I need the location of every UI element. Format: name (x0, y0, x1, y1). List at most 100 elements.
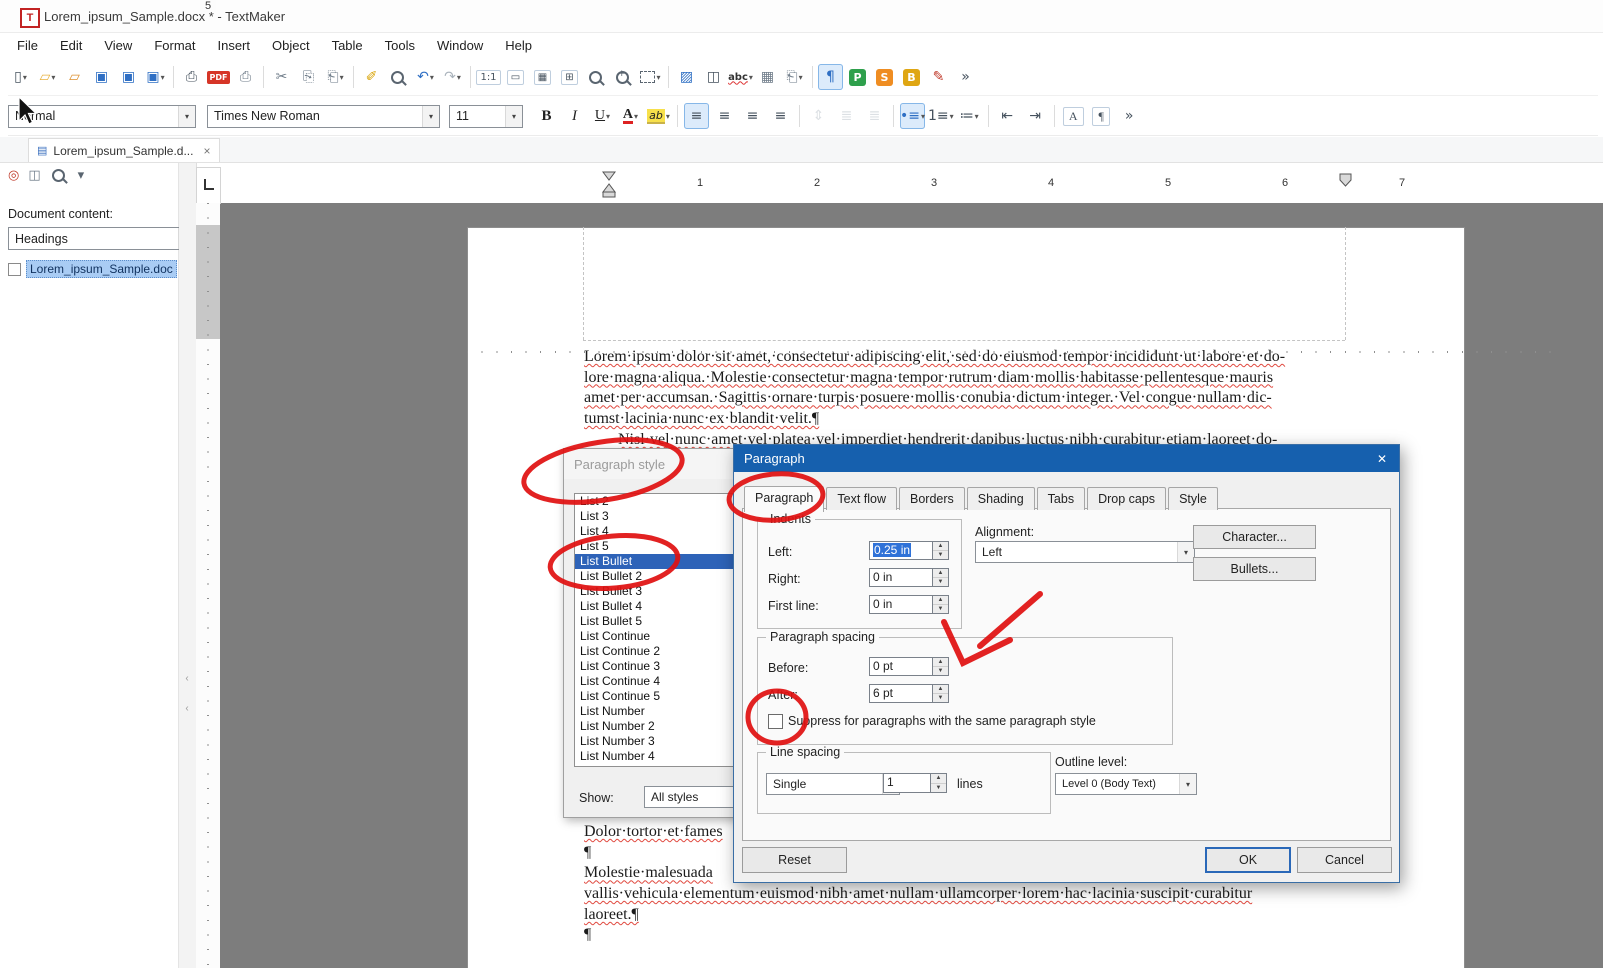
menu-item[interactable]: Window (426, 34, 494, 57)
dialog-tab[interactable]: Tabs (1037, 487, 1085, 510)
dropdown-caret-icon[interactable] (23, 73, 27, 82)
dialog-tab[interactable]: Text flow (826, 487, 897, 510)
dropdown-caret-icon[interactable] (921, 112, 925, 121)
alignment-combo[interactable]: Left (975, 541, 1195, 563)
presentations-button[interactable]: S (872, 64, 897, 90)
toolbar-overflow-button[interactable]: » (1117, 103, 1142, 129)
menu-item[interactable]: Insert (206, 34, 261, 57)
print-button[interactable]: ⎙ (179, 64, 204, 90)
dropdown-caret-icon[interactable] (749, 73, 753, 82)
new-document-button[interactable]: ▯ (8, 64, 33, 90)
save-button[interactable]: ▣ (89, 64, 114, 90)
chevron-down-icon[interactable] (1177, 542, 1194, 562)
planmaker-button[interactable]: P (845, 64, 870, 90)
open-button[interactable]: ▱ (35, 64, 60, 90)
bullets-button[interactable]: Bullets... (1193, 557, 1316, 581)
paragraph-style-combo[interactable]: Normal (8, 105, 196, 128)
dialog-tab[interactable]: Borders (899, 487, 965, 510)
zoom-page-width-button[interactable]: ▭ (503, 64, 528, 90)
spacing-before-value[interactable]: 0 pt (869, 657, 932, 676)
document-tab[interactable]: ▤ Lorem_ipsum_Sample.d... × (28, 138, 220, 162)
cancel-button[interactable]: Cancel (1297, 847, 1392, 873)
dropdown-caret-icon[interactable] (161, 73, 165, 82)
increase-indent-button[interactable]: ⇥ (1023, 103, 1048, 129)
select-objects-button[interactable] (638, 64, 663, 90)
undo-button[interactable]: ↶ (413, 64, 438, 90)
underline-button[interactable]: U (590, 103, 615, 129)
menu-item[interactable]: File (6, 34, 49, 57)
spinner-buttons[interactable] (932, 541, 949, 560)
bold-button[interactable]: B (534, 103, 559, 129)
menu-item[interactable]: View (93, 34, 143, 57)
insert-picture-button[interactable]: ▨ (674, 64, 699, 90)
italic-button[interactable]: I (562, 103, 587, 129)
menu-item[interactable]: Table (321, 34, 374, 57)
align-center-button[interactable]: ≡ (712, 103, 737, 129)
spellcheck-button[interactable]: abc (728, 64, 753, 90)
first-line-input[interactable]: 0 in (869, 595, 949, 614)
right-indent-marker[interactable] (1338, 172, 1354, 188)
right-indent-input[interactable]: 0 in (869, 568, 949, 587)
dropdown-caret-icon[interactable] (950, 112, 954, 121)
spinner-buttons[interactable] (930, 773, 947, 793)
dialog-tab[interactable]: Style (1168, 487, 1218, 510)
decrease-indent-button[interactable]: ⇤ (995, 103, 1020, 129)
dropdown-caret-icon[interactable] (430, 73, 434, 82)
export-pdf-button[interactable]: PDF (206, 64, 231, 90)
spacing-after-input[interactable]: 6 pt (869, 684, 949, 703)
spinner-buttons[interactable] (932, 568, 949, 587)
search-button[interactable] (386, 64, 411, 90)
character-button[interactable]: Character... (1193, 525, 1316, 549)
chevron-down-icon[interactable] (178, 106, 195, 127)
menu-item[interactable]: Format (143, 34, 206, 57)
outline-list-button[interactable]: ≔ (957, 103, 982, 129)
headings-filter-combo[interactable]: Headings (8, 227, 196, 250)
spinner-buttons[interactable] (932, 657, 949, 676)
font-name-combo[interactable]: Times New Roman (207, 105, 440, 128)
line-spacing-mode-combo[interactable]: Single (766, 773, 900, 795)
dropdown-caret-icon[interactable] (656, 73, 660, 82)
zoom-100-button[interactable]: 1:1 (476, 64, 501, 90)
reset-button[interactable]: Reset (742, 847, 847, 873)
formatting-marks-button[interactable]: ¶ (818, 64, 843, 90)
edit-mode-button[interactable]: ✎ (926, 64, 951, 90)
document-map-item[interactable]: Lorem_ipsum_Sample.doc (8, 260, 177, 278)
first-line-value[interactable]: 0 in (869, 595, 932, 614)
copy-button[interactable]: ⎘ (296, 64, 321, 90)
tab-close-icon[interactable]: × (203, 144, 210, 158)
dialog-tab[interactable]: Paragraph (744, 486, 824, 512)
zoom-button[interactable] (584, 64, 609, 90)
clipboard-button[interactable]: ⎗ (782, 64, 807, 90)
spinner-buttons[interactable] (932, 684, 949, 703)
toolbar-overflow-button[interactable]: » (953, 64, 978, 90)
document-text-top[interactable]: Lorem·ipsum·dolor·sit·amet,·consectetur·… (584, 347, 1359, 450)
dropdown-caret-icon[interactable] (457, 73, 461, 82)
paragraph-format-button[interactable]: ¶ (1089, 103, 1114, 129)
navigation-icon[interactable]: ◎ (8, 168, 19, 183)
first-line-indent-marker[interactable] (600, 170, 618, 200)
save-as-button[interactable]: ▣ (143, 64, 168, 90)
dropdown-caret-icon[interactable] (51, 73, 55, 82)
menu-item[interactable]: Edit (49, 34, 93, 57)
chevron-down-icon[interactable] (422, 106, 439, 127)
menu-item[interactable]: Tools (374, 34, 426, 57)
line-spacing-value-input[interactable]: 1 (883, 773, 947, 793)
align-justify-button[interactable]: ≡ (768, 103, 793, 129)
line-spacing-button[interactable]: ⇕ (806, 103, 831, 129)
font-size-combo[interactable]: 11 (449, 105, 523, 128)
right-indent-value[interactable]: 0 in (869, 568, 932, 587)
numbered-list-button[interactable]: 1≡ (928, 103, 954, 129)
dropdown-caret-icon[interactable] (799, 73, 803, 82)
document-checkbox[interactable] (8, 263, 21, 276)
space-below-button[interactable]: ≣ (862, 103, 887, 129)
dialog-tab[interactable]: Shading (967, 487, 1035, 510)
menu-item[interactable]: Help (494, 34, 543, 57)
align-right-button[interactable]: ≡ (740, 103, 765, 129)
basicmaker-button[interactable]: B (899, 64, 924, 90)
layout-panels-icon[interactable]: ◫ (28, 168, 40, 183)
space-above-button[interactable]: ≣ (834, 103, 859, 129)
align-left-button[interactable]: ≡ (684, 103, 709, 129)
dropdown-caret-icon[interactable] (340, 73, 344, 82)
highlight-button[interactable]: ab (646, 103, 671, 129)
tab-type-selector[interactable] (196, 167, 221, 204)
